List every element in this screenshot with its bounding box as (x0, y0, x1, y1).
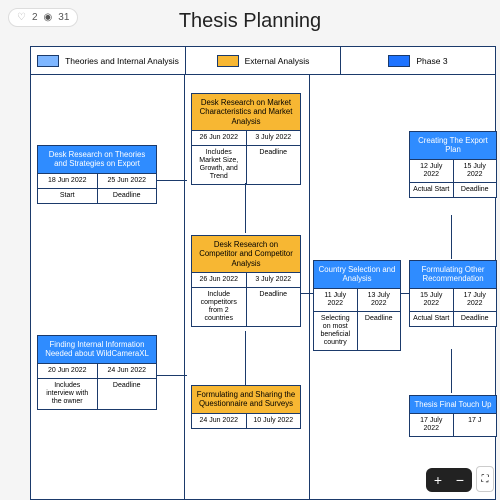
connector (451, 349, 452, 393)
legend-label-1: Theories and Internal Analysis (65, 56, 179, 66)
box-export-plan[interactable]: Creating The Export Plan 12 July 202215 … (409, 131, 497, 198)
box-competitor-research[interactable]: Desk Research on Competitor and Competit… (191, 235, 301, 327)
box-title: Finding Internal Information Needed abou… (38, 336, 156, 363)
box-title: Country Selection and Analysis (314, 261, 400, 288)
connector (401, 293, 409, 294)
box-title: Formulating and Sharing the Questionnair… (192, 386, 300, 413)
box-other-recommendation[interactable]: Formulating Other Recommendation 15 July… (409, 260, 497, 327)
heart-icon: ♡ (17, 12, 26, 23)
connector (245, 331, 246, 385)
legend-phase3: Phase 3 (341, 47, 495, 74)
views-count: 31 (58, 12, 69, 23)
swatch-orange (217, 55, 239, 67)
box-market-research[interactable]: Desk Research on Market Characteristics … (191, 93, 301, 185)
stats-pill: ♡ 2 ◉ 31 (8, 8, 78, 27)
swatch-blue (37, 55, 59, 67)
box-title: Desk Research on Theories and Strategies… (38, 146, 156, 173)
diagram-canvas[interactable]: Theories and Internal Analysis External … (30, 46, 496, 500)
box-country-selection[interactable]: Country Selection and Analysis 11 July 2… (313, 260, 401, 351)
legend-label-2: External Analysis (245, 56, 310, 66)
eye-icon: ◉ (44, 12, 53, 23)
box-desk-export[interactable]: Desk Research on Theories and Strategies… (37, 145, 157, 204)
connector (157, 375, 187, 376)
fullscreen-icon: ⛶ (482, 474, 489, 485)
swatch-solid-blue (388, 55, 410, 67)
likes-count: 2 (32, 12, 38, 23)
legend-row: Theories and Internal Analysis External … (31, 47, 495, 75)
box-internal-info[interactable]: Finding Internal Information Needed abou… (37, 335, 157, 410)
connector (157, 180, 187, 181)
zoom-in-button[interactable]: + (430, 472, 446, 488)
box-title: Formulating Other Recommendation (410, 261, 496, 288)
box-title: Desk Research on Competitor and Competit… (192, 236, 300, 272)
flow-area: Desk Research on Theories and Strategies… (31, 75, 495, 499)
legend-label-3: Phase 3 (416, 56, 447, 66)
connector (451, 215, 452, 259)
fullscreen-button[interactable]: ⛶ (476, 466, 494, 492)
connector (301, 293, 313, 294)
box-title: Creating The Export Plan (410, 132, 496, 159)
legend-external: External Analysis (186, 47, 341, 74)
box-survey[interactable]: Formulating and Sharing the Questionnair… (191, 385, 301, 429)
connector (245, 183, 246, 233)
zoom-controls: + − (426, 468, 472, 492)
box-title: Thesis Final Touch Up (410, 396, 496, 413)
legend-theories: Theories and Internal Analysis (31, 47, 186, 74)
zoom-out-button[interactable]: − (452, 472, 468, 488)
box-final-touchup[interactable]: Thesis Final Touch Up 17 July 202217 J (409, 395, 497, 437)
box-title: Desk Research on Market Characteristics … (192, 94, 300, 130)
